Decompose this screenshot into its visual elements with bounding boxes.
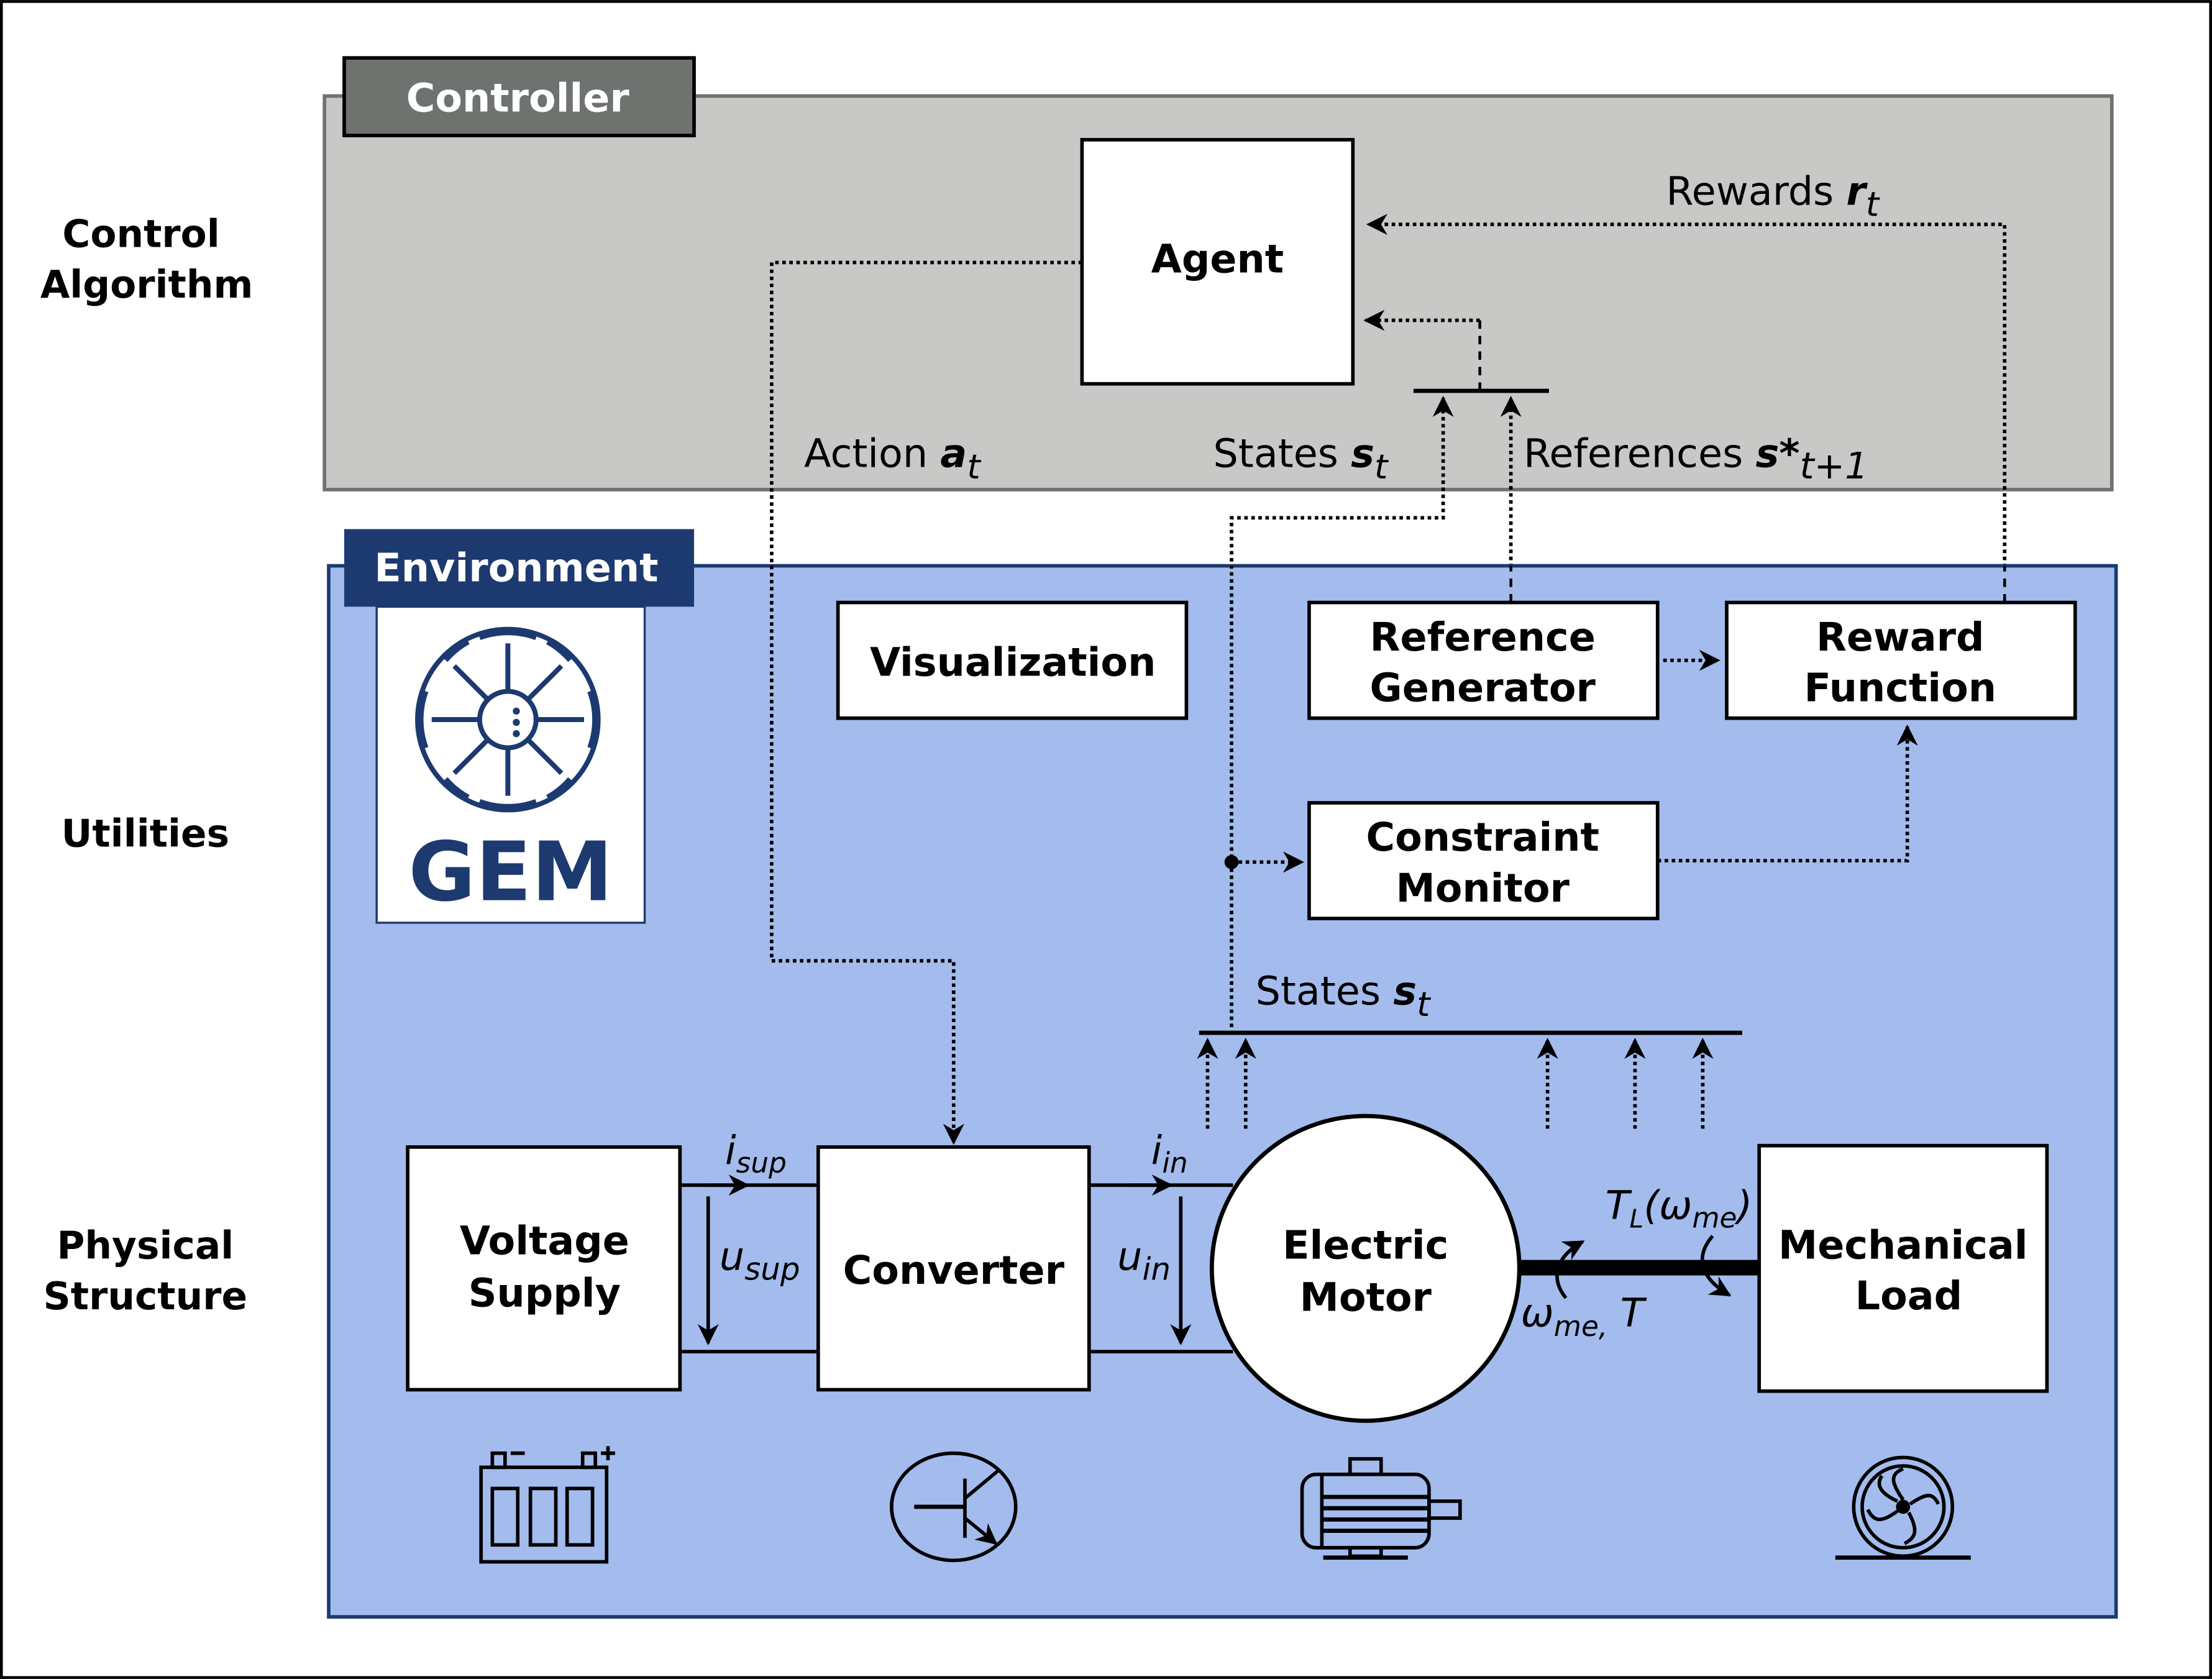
svg-text:Algorithm: Algorithm <box>40 263 254 307</box>
svg-text:Structure: Structure <box>43 1274 247 1319</box>
electric-motor-label-1: Electric <box>1282 1222 1448 1268</box>
motor-shaft <box>1519 1260 1760 1276</box>
mechanical-load-box[interactable] <box>1757 1143 2049 1393</box>
svg-text:Control: Control <box>62 212 219 256</box>
voltage-supply-label-2: Supply <box>468 1270 621 1316</box>
agent-label: Agent <box>1151 236 1284 281</box>
gem-logo: GEM <box>375 605 646 924</box>
converter-label: Converter <box>843 1247 1065 1293</box>
controller-tag-label: Controller <box>406 75 630 121</box>
svg-text:Physical: Physical <box>57 1224 234 1268</box>
side-label-utilities: Utilities <box>62 812 229 856</box>
mechanical-load-label-2: Load <box>1855 1273 1963 1319</box>
constraint-monitor-label-2: Monitor <box>1396 865 1570 911</box>
reference-generator-label-1: Reference <box>1370 614 1596 660</box>
gem-architecture-diagram: Control Algorithm Utilities Physical Str… <box>0 0 2212 1679</box>
electric-motor-label-2: Motor <box>1300 1274 1432 1320</box>
electric-motor-circle[interactable] <box>1209 1114 1522 1423</box>
environment-tag-label: Environment <box>374 545 658 591</box>
gem-logo-text: GEM <box>408 825 613 920</box>
voltage-supply-label-1: Voltage <box>460 1218 629 1264</box>
visualization-label: Visualization <box>870 639 1156 685</box>
reward-function-label-2: Function <box>1804 665 1996 711</box>
reference-generator-label-2: Generator <box>1370 665 1596 711</box>
constraint-monitor-label-1: Constraint <box>1366 814 1599 860</box>
reward-function-label-1: Reward <box>1816 614 1985 660</box>
mechanical-load-label-1: Mechanical <box>1778 1222 2028 1268</box>
voltage-supply-box[interactable] <box>406 1145 682 1392</box>
